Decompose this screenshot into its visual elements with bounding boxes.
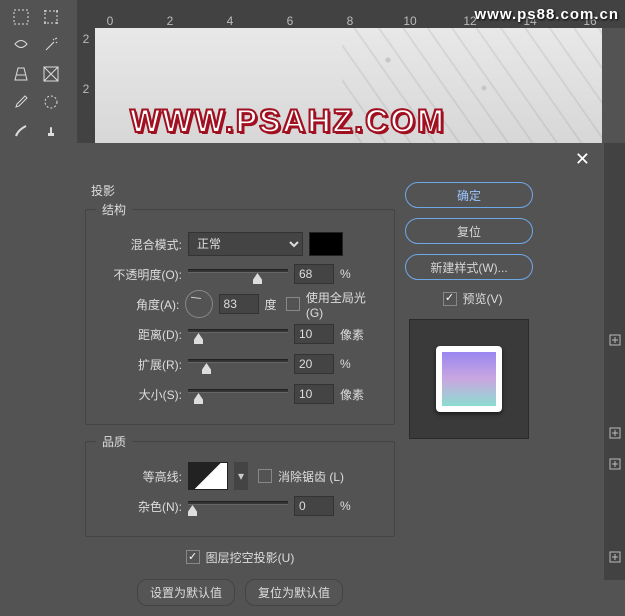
noise-unit: %	[340, 499, 351, 513]
preview-box	[409, 319, 529, 439]
spread-input[interactable]	[294, 354, 334, 374]
opacity-input[interactable]	[294, 264, 334, 284]
contour-picker[interactable]	[188, 462, 228, 490]
spread-slider[interactable]	[188, 355, 288, 373]
global-light-label: 使用全局光 (G)	[306, 289, 384, 320]
expand-panel-icon[interactable]	[604, 453, 625, 474]
size-label: 大小(S):	[96, 386, 182, 403]
dialog-titlebar: ✕	[0, 143, 604, 176]
marquee-move-tool[interactable]	[38, 91, 64, 113]
rect-marquee-tool[interactable]	[8, 6, 34, 28]
tools-toolbar	[0, 0, 77, 150]
slice-tool[interactable]	[38, 63, 64, 85]
noise-label: 杂色(N):	[96, 498, 182, 515]
contour-label: 等高线:	[96, 468, 182, 485]
opacity-label: 不透明度(O):	[96, 266, 182, 283]
right-panel-strip	[604, 143, 625, 580]
size-slider[interactable]	[188, 385, 288, 403]
new-style-button[interactable]: 新建样式(W)...	[405, 254, 533, 280]
structure-legend: 结构	[96, 201, 132, 218]
blend-mode-select[interactable]: 正常	[188, 232, 303, 256]
ok-button[interactable]: 确定	[405, 182, 533, 208]
distance-input[interactable]	[294, 324, 334, 344]
size-input[interactable]	[294, 384, 334, 404]
opacity-slider[interactable]	[188, 265, 288, 283]
crop-tool[interactable]	[38, 6, 64, 28]
preview-checkbox[interactable]	[443, 292, 457, 306]
document-canvas: WWW.PSAHZ.COM	[95, 28, 602, 150]
make-default-button[interactable]: 设置为默认值	[137, 579, 235, 606]
noise-slider[interactable]	[188, 497, 288, 515]
chevron-down-icon[interactable]: ▾	[234, 462, 248, 490]
expand-panel-icon[interactable]	[604, 422, 625, 443]
spread-unit: %	[340, 357, 351, 371]
distance-unit: 像素	[340, 326, 364, 343]
section-title: 投影	[91, 182, 395, 199]
reset-default-button[interactable]: 复位为默认值	[245, 579, 343, 606]
opacity-unit: %	[340, 267, 351, 281]
structure-group: 结构 混合模式: 正常 不透明度(O): % 角度(A): 度	[85, 201, 395, 425]
angle-unit: 度	[265, 296, 277, 313]
lasso-tool[interactable]	[8, 34, 34, 56]
vertical-ruler: 22	[77, 28, 95, 150]
size-unit: 像素	[340, 386, 364, 403]
angle-dial[interactable]	[185, 290, 212, 318]
spread-label: 扩展(R):	[96, 356, 182, 373]
preview-gradient	[442, 352, 496, 406]
quality-group: 品质 等高线: ▾ 消除锯齿 (L) 杂色(N): %	[85, 433, 395, 537]
preview-label: 预览(V)	[463, 290, 503, 307]
expand-panel-icon[interactable]	[604, 546, 625, 567]
stamp-tool[interactable]	[38, 120, 64, 142]
antialias-checkbox[interactable]	[258, 469, 272, 483]
magic-wand-tool[interactable]	[38, 34, 64, 56]
angle-input[interactable]	[219, 294, 259, 314]
global-light-checkbox[interactable]	[286, 297, 300, 311]
eyedropper-tool[interactable]	[8, 91, 34, 113]
brush-tool[interactable]	[8, 120, 34, 142]
noise-input[interactable]	[294, 496, 334, 516]
perspective-crop-tool[interactable]	[8, 63, 34, 85]
knockout-label: 图层挖空投影(U)	[206, 549, 295, 566]
reset-button[interactable]: 复位	[405, 218, 533, 244]
quality-legend: 品质	[96, 433, 132, 450]
distance-label: 距离(D):	[96, 326, 182, 343]
close-icon[interactable]: ✕	[575, 149, 590, 170]
distance-slider[interactable]	[188, 325, 288, 343]
knockout-checkbox[interactable]	[186, 550, 200, 564]
blend-mode-label: 混合模式:	[96, 236, 182, 253]
angle-label: 角度(A):	[96, 296, 179, 313]
logo-text: WWW.PSAHZ.COM	[130, 103, 446, 140]
antialias-label: 消除锯齿 (L)	[278, 468, 344, 485]
watermark-text: www.ps88.com.cn	[475, 6, 620, 23]
shadow-color-swatch[interactable]	[309, 232, 343, 256]
layer-style-dialog: ✕ 投影 结构 混合模式: 正常 不透明度(O): % 角度(A	[0, 143, 604, 580]
expand-panel-icon[interactable]	[604, 329, 625, 350]
